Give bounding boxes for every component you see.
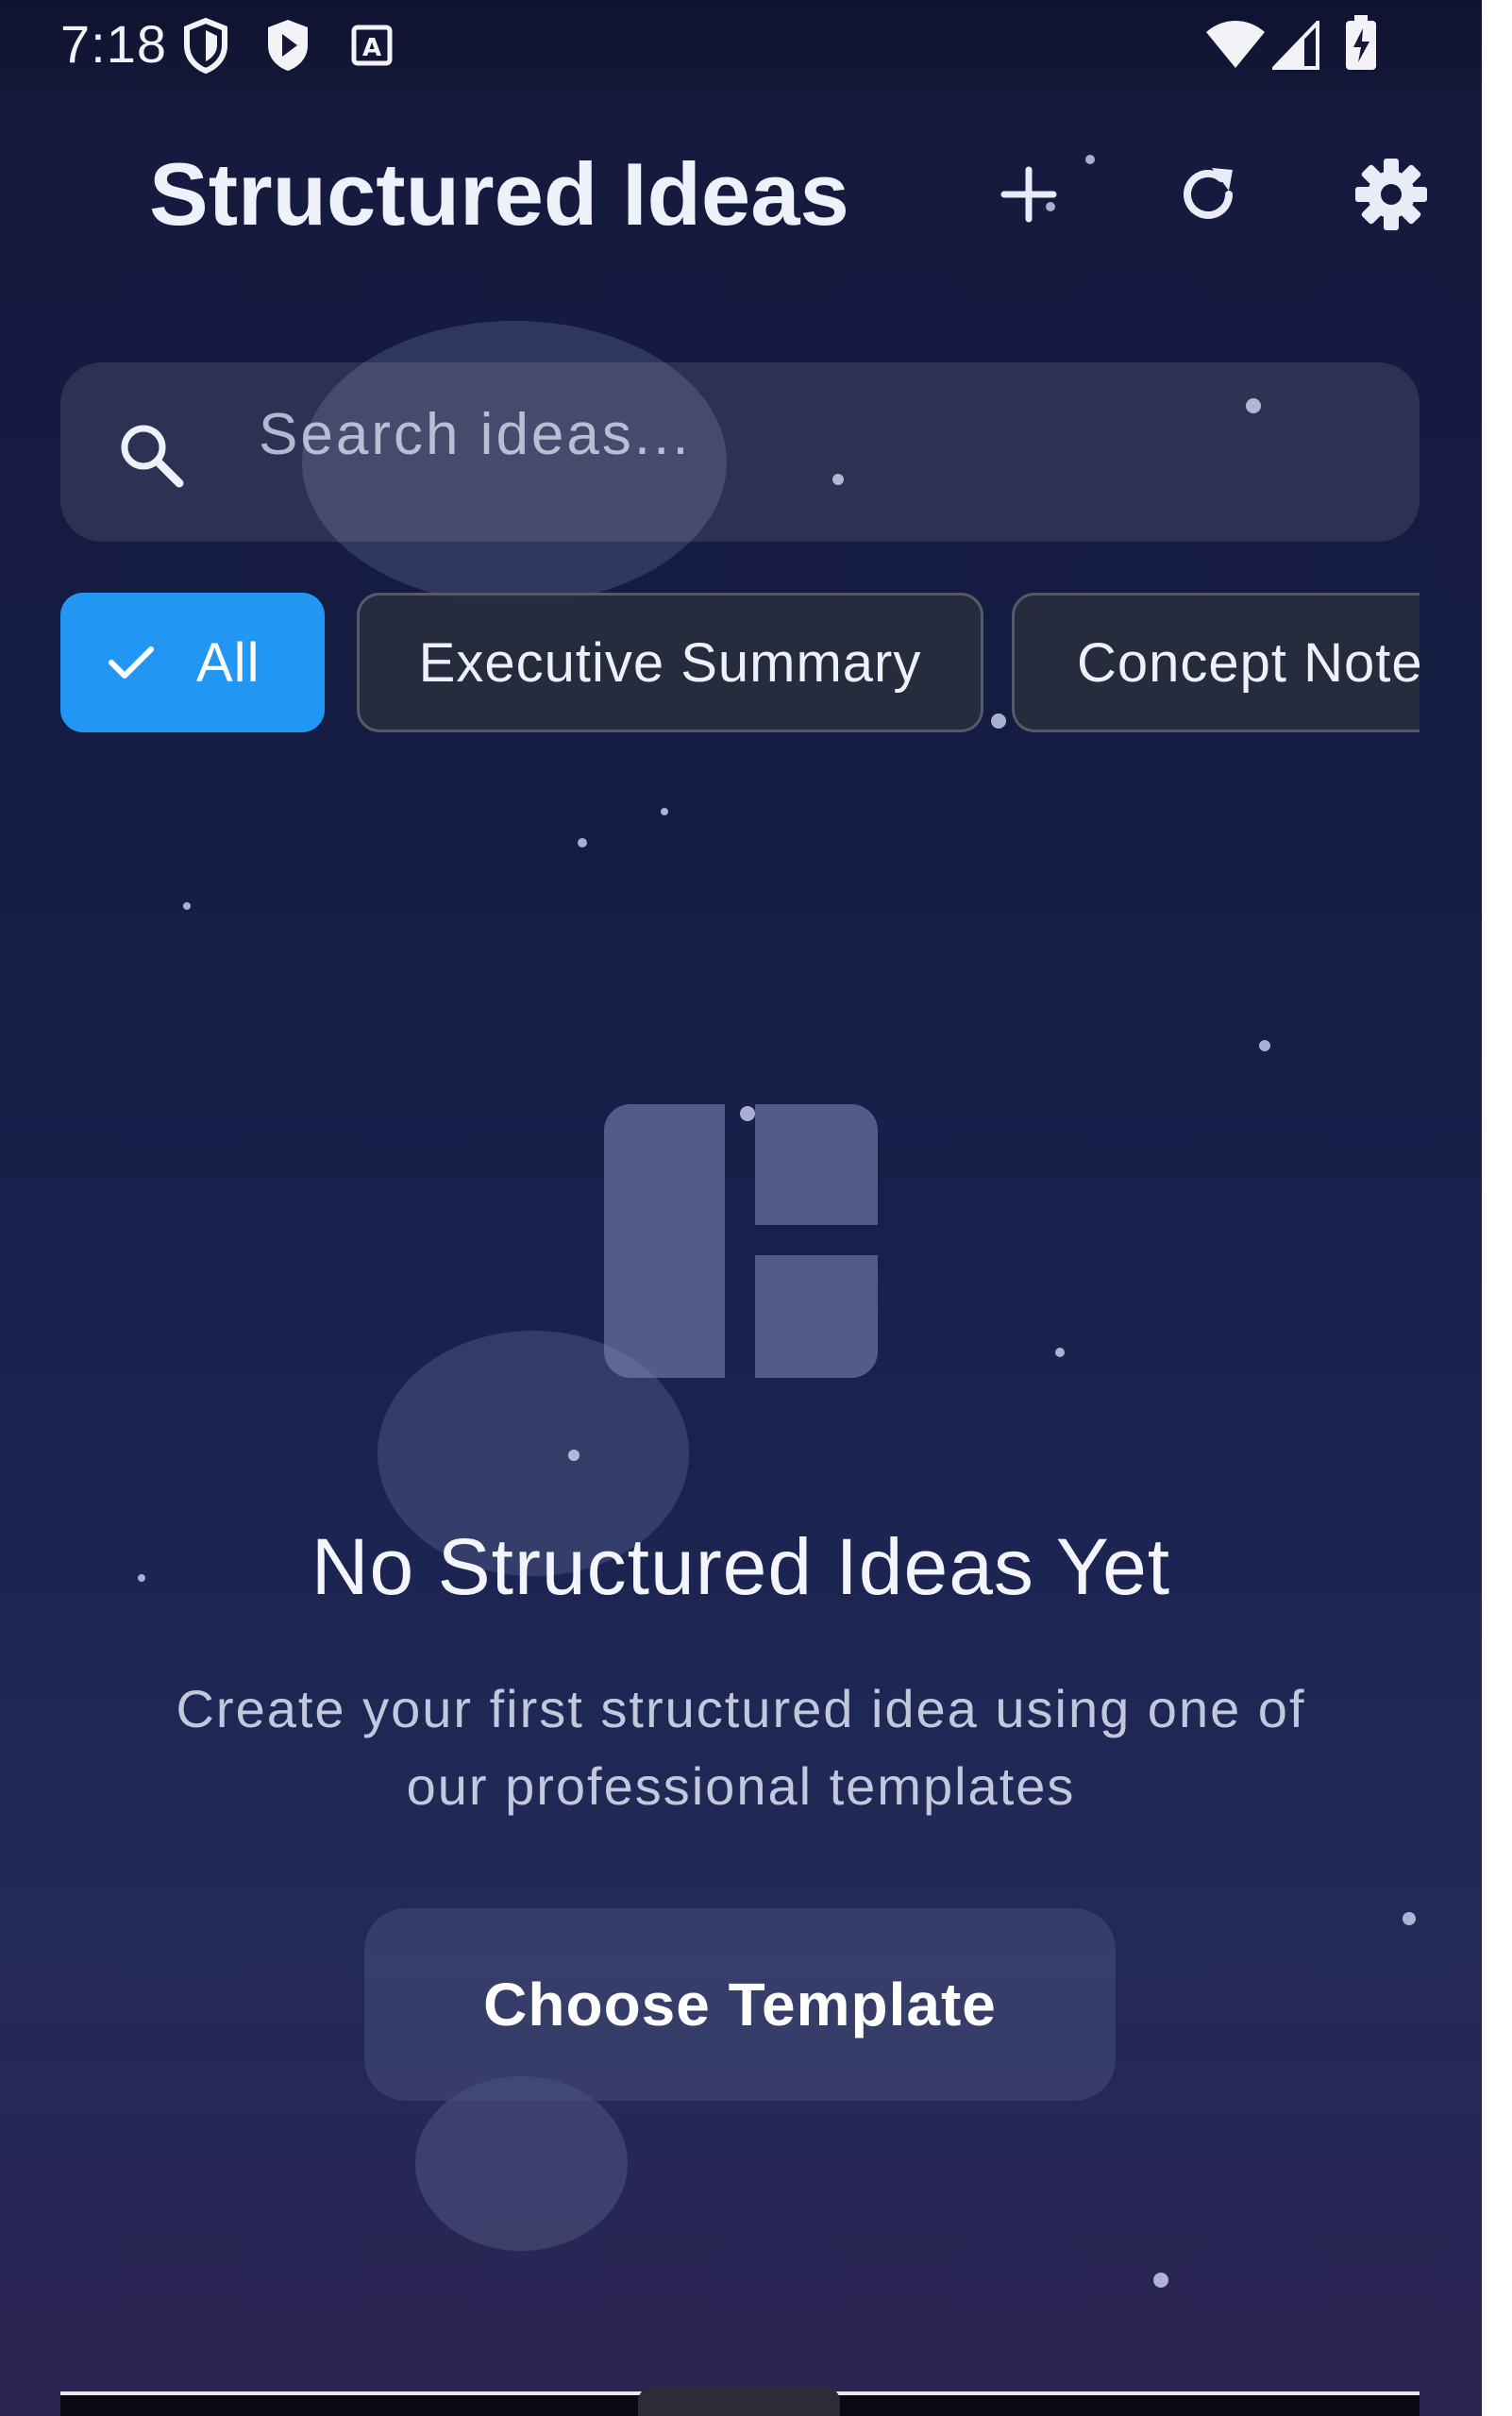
window-margin	[1482, 0, 1512, 2416]
empty-state-subtitle-line: our professional templates	[406, 1756, 1076, 1816]
empty-state-subtitle-line: Create your first structured idea using …	[176, 1679, 1306, 1738]
chip-concept-note[interactable]: Concept Note	[1012, 593, 1420, 732]
filter-chips: All Executive Summary Concept Note	[60, 593, 1420, 734]
bottom-tab	[638, 2388, 840, 2416]
settings-icon	[1353, 157, 1429, 237]
decorative-star	[1085, 155, 1095, 164]
decorative-star	[1153, 2273, 1168, 2288]
chip-executive-summary[interactable]: Executive Summary	[357, 593, 983, 732]
empty-state-title: No Structured Ideas Yet	[311, 1522, 1171, 1611]
refresh-button[interactable]	[1163, 151, 1253, 242]
decorative-star	[1055, 1348, 1065, 1357]
cell-signal-icon	[1269, 18, 1319, 75]
add-icon	[999, 164, 1059, 229]
status-time: 7:18	[60, 14, 167, 74]
play-shield-icon	[264, 17, 311, 78]
chip-label: All	[196, 631, 260, 694]
chip-all[interactable]: All	[60, 593, 325, 732]
decorative-star	[568, 1450, 580, 1461]
svg-text:A: A	[362, 34, 381, 62]
status-bar: 7:18 A	[0, 0, 1482, 91]
decorative-star	[183, 902, 191, 910]
wifi-icon	[1204, 19, 1267, 75]
decorative-cloud	[415, 2076, 628, 2251]
dashboard-layout-icon	[604, 1104, 878, 1383]
chip-label: Concept Note	[1077, 631, 1420, 694]
search-icon	[113, 417, 189, 497]
decorative-star	[661, 808, 668, 815]
decorative-star	[1403, 1912, 1416, 1925]
page-title: Structured Ideas	[149, 144, 849, 243]
refresh-icon	[1174, 160, 1242, 233]
add-button[interactable]	[983, 151, 1074, 242]
search-input[interactable]	[257, 381, 1374, 487]
empty-state-subtitle: Create your first structured idea using …	[123, 1670, 1359, 1825]
battery-charging-icon	[1344, 15, 1378, 76]
a-square-icon: A	[351, 25, 393, 71]
chip-label: Executive Summary	[418, 631, 922, 694]
decorative-star	[578, 838, 587, 847]
settings-button[interactable]	[1346, 151, 1436, 242]
shield-outline-icon	[181, 17, 230, 78]
check-icon	[108, 644, 155, 681]
choose-template-button[interactable]: Choose Template	[364, 1908, 1116, 2101]
search-bar	[60, 362, 1420, 542]
decorative-star	[1259, 1040, 1270, 1051]
app-screen: 7:18 A Structured Ideas Search ideas... …	[0, 0, 1482, 2416]
